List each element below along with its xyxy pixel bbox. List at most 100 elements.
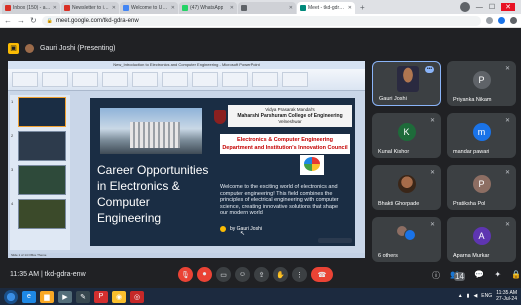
start-button[interactable] [4,289,18,304]
profile-icon[interactable] [459,2,470,12]
thumb-number: 3 [11,167,14,172]
activities-icon[interactable]: ✦ [494,270,501,288]
participant-count: 14 [454,272,465,281]
address-bar: ← → ↻ 🔒 meet.google.com/tkd-gdra-enw [0,14,521,28]
speaking-indicator-icon: ••• [425,66,434,73]
media-icon[interactable]: ▶ [58,290,72,303]
participant-tile[interactable]: 6 others ✕ [372,217,441,262]
extension-icon[interactable] [498,17,505,24]
participant-name: Aparna Murkar [453,253,490,259]
participant-tile[interactable]: Gauri Joshi ••• [372,61,441,106]
slide-badge [318,238,352,243]
tab-close-icon[interactable]: ✕ [51,5,57,11]
mic-muted-icon: ✕ [504,170,510,176]
participant-tile[interactable]: K Kunal Kishor ✕ [372,113,441,158]
lock-icon[interactable]: 🔒 [511,270,521,288]
clock-date: 27-Jul-24 [496,296,517,302]
logo-graphic [304,157,320,171]
browser-tab[interactable]: Welcome to University of Mur...✕ [120,2,178,14]
back-icon[interactable]: ← [4,16,12,25]
maximize-button[interactable]: ☐ [489,3,495,11]
emoji-button[interactable]: ☺ [235,267,250,282]
chat-icon[interactable]: 💬 [474,270,484,288]
participant-name: Gauri Joshi [379,96,407,102]
avatar [403,229,416,241]
tab-close-icon[interactable]: ✕ [169,5,175,11]
leave-call-button[interactable]: ☎ [311,267,333,282]
thumb-number: 2 [11,133,14,138]
reload-icon[interactable]: ↻ [30,16,37,25]
raise-hand-button[interactable]: ✋ [273,267,288,282]
browser-tab[interactable]: (47) WhatsApp ✕ [179,2,237,14]
browser-tab[interactable]: Meet - tkd-gdra-enw✕ [297,2,355,14]
tab-title: Inbox (150) - aparna.murkar@... [13,5,51,11]
screen: Inbox (150) - aparna.murkar@...✕Newslett… [0,0,521,305]
close-window-button[interactable]: ✕ [501,3,515,11]
author-label: by Gauri Joshi [230,226,262,232]
tab-close-icon[interactable]: ✕ [110,5,116,11]
ie-icon[interactable]: e [22,290,36,303]
browser-tab[interactable]: Inbox (150) - aparna.murkar@...✕ [2,2,60,14]
camera-off-button[interactable]: ⏺ [197,267,212,282]
mic-muted-icon: ✕ [429,170,435,176]
extension-icon[interactable] [486,17,493,24]
college-name-box: Vidya Prasarak Mandal's Maharshi Parshur… [228,105,352,127]
presentation-screen: New_Introduction to Electronics and Comp… [8,61,365,258]
meeting-code: tkd-gdra-enw [44,271,86,278]
tab-close-icon[interactable]: ✕ [228,5,234,11]
lock-icon: 🔒 [46,17,53,24]
participant-tile[interactable]: P Priyanka Nikam ✕ [447,61,516,106]
minimize-button[interactable]: — [476,4,483,11]
language[interactable]: ENG [481,293,492,299]
participant-avatar: P [472,71,491,89]
volume-icon[interactable]: ◀ [473,293,477,299]
people-icon[interactable]: 👥14 [450,270,465,288]
microphone-off-button[interactable]: 🎙 [178,267,193,282]
app-icon[interactable]: ◎ [130,290,144,303]
tray-up-icon[interactable]: ▲ [458,293,463,299]
slide-thumbnail[interactable] [18,199,66,229]
browser-tab[interactable]: ✕ [238,2,296,14]
folder-icon[interactable]: ▆ [40,290,54,303]
chrome-icon[interactable]: ◉ [112,290,126,303]
network-icon[interactable]: ▮ [467,293,470,299]
participant-tile[interactable]: P Pratiksha Pol ✕ [447,165,516,210]
new-tab-button[interactable]: + [356,2,369,14]
present-button[interactable]: ⇪ [254,267,269,282]
mic-muted-icon: ✕ [504,66,510,72]
participant-avatar: A [472,227,491,245]
participant-tile[interactable]: A Aparna Murkar ✕ [447,217,516,262]
participant-avatar [397,175,416,193]
ribbon-group [12,72,38,87]
slide-thumbnail[interactable] [18,165,66,195]
url-text: meet.google.com/tkd-gdra-enw [55,17,139,24]
powerpoint-icon[interactable]: P [94,290,108,303]
dept-line: Electronics & Computer Engineering [237,137,333,143]
participant-tile[interactable]: Bhakti Ghorpade ✕ [372,165,441,210]
tab-close-icon[interactable]: ✕ [346,5,352,11]
menu-icon[interactable] [510,17,517,24]
ribbon-group [252,72,278,87]
ribbon-group [72,72,98,87]
captions-button[interactable]: ▭ [216,267,231,282]
participant-tile[interactable]: m mandar pawari ✕ [447,113,516,158]
mic-muted-icon: ✕ [429,118,435,124]
participant-avatar: K [397,123,416,141]
author-icon [220,226,226,232]
browser-tab[interactable]: Newsletter to invite as a Resour...✕ [61,2,119,14]
forward-icon[interactable]: → [17,16,25,25]
ribbon-group [102,72,128,87]
more-options-button[interactable]: ⋮ [292,267,307,282]
ribbon-group [222,72,248,87]
tab-favicon-icon [5,5,11,11]
tab-close-icon[interactable]: ✕ [287,5,293,11]
info-icon[interactable]: ⓘ [432,270,440,288]
url-field[interactable]: 🔒 meet.google.com/tkd-gdra-enw [41,15,481,26]
clock[interactable]: 11:35 AM 27-Jul-24 [496,290,517,302]
app-icon[interactable]: ✎ [76,290,90,303]
ribbon-group [162,72,188,87]
slide-thumbnail[interactable] [18,97,66,127]
participant-avatar: m [472,123,491,141]
mic-muted-icon: ✕ [504,222,510,228]
slide-thumbnail[interactable] [18,131,66,161]
